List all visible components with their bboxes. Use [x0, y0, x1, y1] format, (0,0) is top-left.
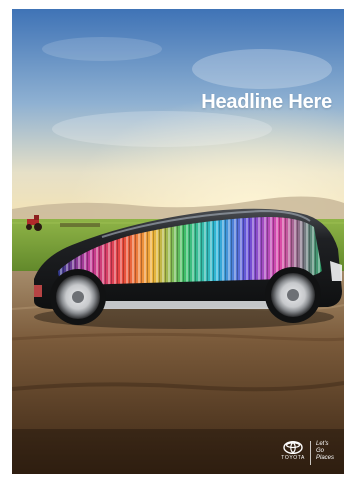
logo-block: TOYOTA [281, 441, 305, 461]
toyota-logo-icon [283, 441, 303, 454]
tagline-line: Go [315, 448, 324, 454]
headline: Headline Here [201, 91, 332, 113]
tagline: Let's Go Places [316, 441, 334, 462]
brand-name: TOYOTA [281, 455, 305, 461]
advertisement: Headline Here TOYOTA Let's Go Places [12, 9, 344, 474]
brand-lockup: TOYOTA Let's Go Places [281, 441, 334, 465]
tagline-line: Let's [315, 441, 329, 447]
brand-divider [309, 441, 311, 465]
car-scene-image [12, 9, 344, 474]
tagline-line: Places [315, 455, 334, 461]
